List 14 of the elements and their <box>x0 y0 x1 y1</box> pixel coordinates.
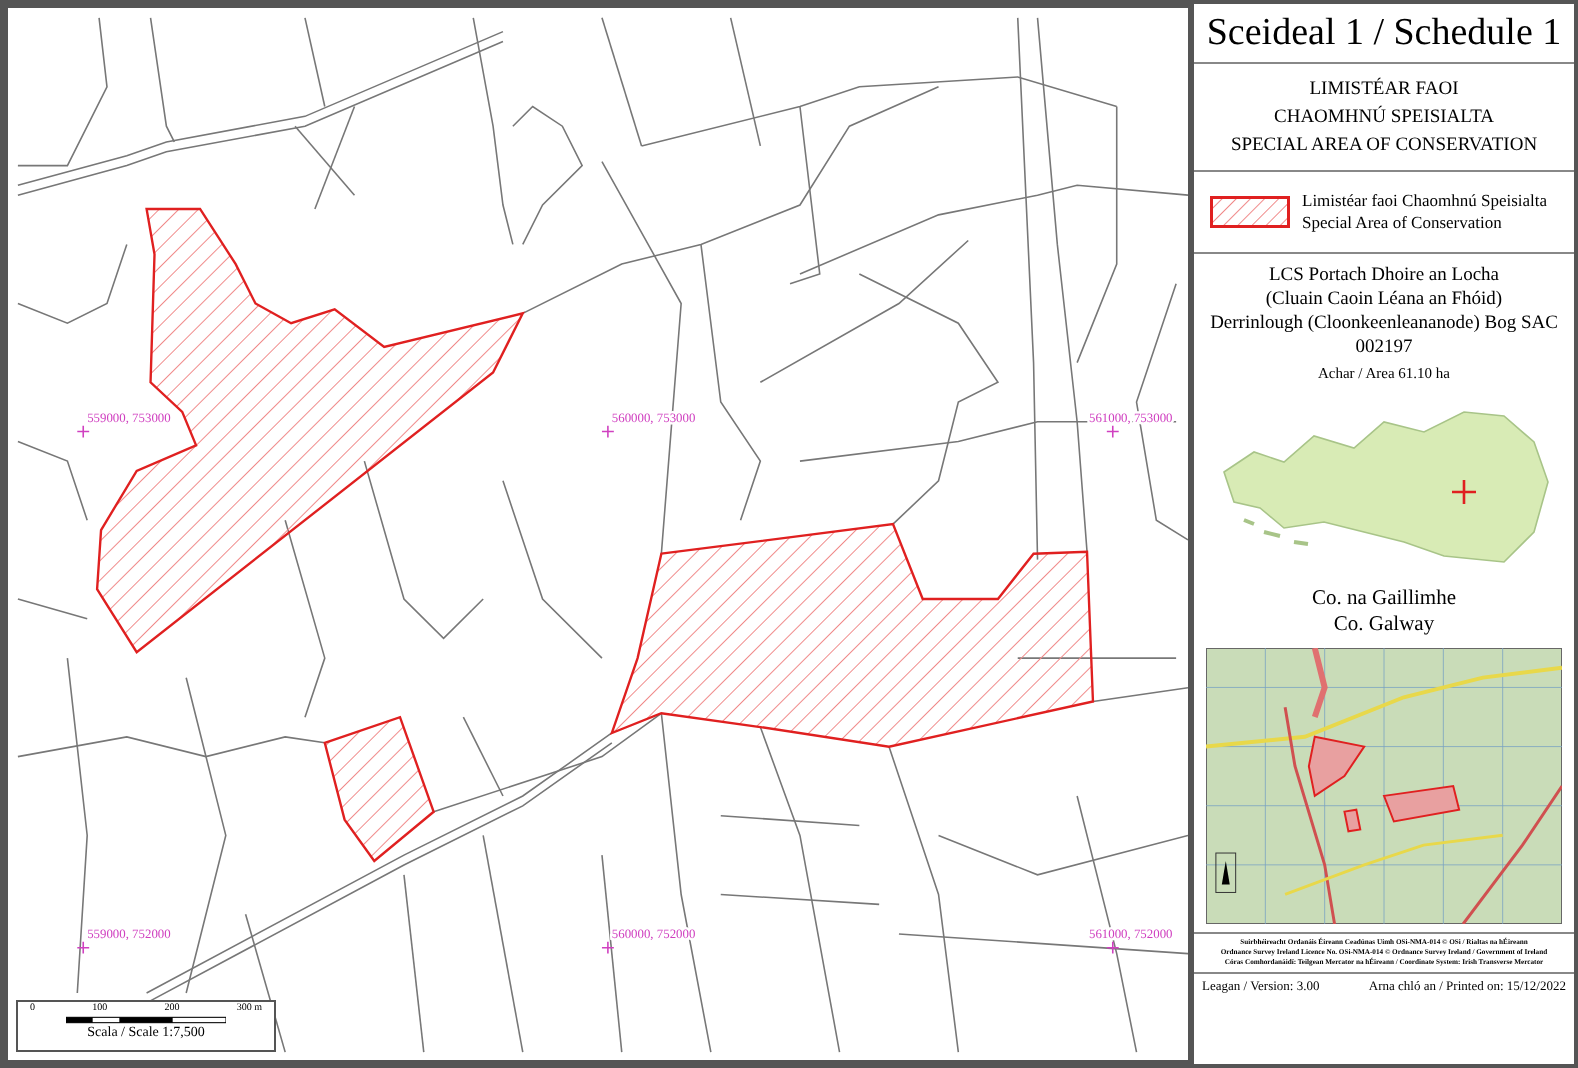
schedule-title: Sceideal 1 / Schedule 1 <box>1194 4 1574 64</box>
site-name-line: Derrinlough (Cloonkeenleananode) Bog SAC <box>1210 312 1558 336</box>
site-name-line: LCS Portach Dhoire an Locha <box>1268 264 1500 288</box>
heading-line: SPECIAL AREA OF CONSERVATION <box>1228 136 1540 158</box>
county-name: Co. Galway <box>1333 612 1435 638</box>
heading-line: CHAOMHNÚ SPEISIALTA <box>1272 108 1496 130</box>
site-name-line: (Cluain Caoin Léana an Fhóid) <box>1265 288 1503 312</box>
site-code: 002197 <box>1355 336 1413 360</box>
scale-bar-icon <box>66 1016 226 1024</box>
heading-line: LIMISTÉAR FAOI <box>1307 80 1461 102</box>
legend-label: Special Area of Conservation <box>1302 212 1504 234</box>
legend-label: Limistéar faoi Chaomhnú Speisialta <box>1302 190 1548 212</box>
hatched-area-legend-icon <box>1210 196 1290 228</box>
county-name: Co. na Gaillimhe <box>1311 586 1457 612</box>
